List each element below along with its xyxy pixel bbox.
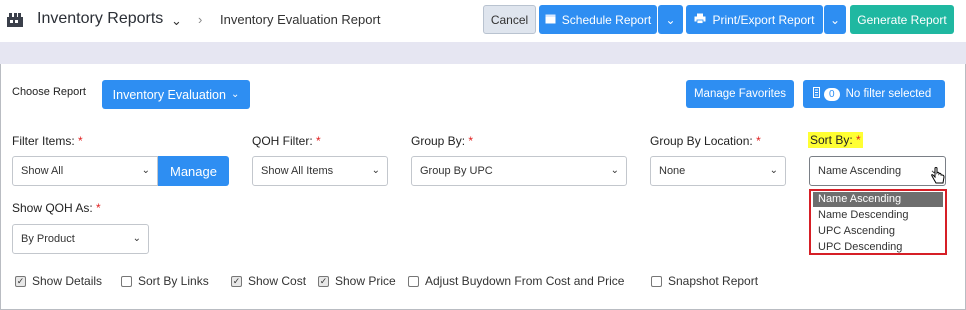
group-by-select[interactable]: Group By UPC ⌄ xyxy=(411,156,627,186)
sort-by-links-checkbox[interactable] xyxy=(121,276,132,287)
show-price-label: Show Price xyxy=(335,274,396,288)
show-details-label: Show Details xyxy=(32,274,103,288)
show-qoh-as-label: Show QOH As: * xyxy=(12,201,101,215)
chevron-down-icon: ⌄ xyxy=(132,233,141,244)
show-price-checkbox[interactable]: ✓ xyxy=(318,276,329,287)
header-band xyxy=(0,42,966,64)
sort-option[interactable]: UPC Ascending xyxy=(813,224,943,239)
print-export-button[interactable]: Print/Export Report xyxy=(686,5,823,34)
sort-by-dropdown: Name Ascending Name Descending UPC Ascen… xyxy=(809,189,947,255)
snapshot-report-checkbox[interactable] xyxy=(651,276,662,287)
print-dropdown-button[interactable]: ⌄ xyxy=(824,5,846,34)
sort-by-links-label: Sort By Links xyxy=(138,274,209,288)
chevron-down-icon: ⌄ xyxy=(829,12,841,27)
manage-button[interactable]: Manage xyxy=(158,156,229,186)
filter-items-value: Show All xyxy=(21,165,64,177)
schedule-report-button[interactable]: Schedule Report xyxy=(539,5,657,34)
filter-items-select[interactable]: Show All ⌄ xyxy=(12,156,158,186)
breadcrumb: Inventory Evaluation Report xyxy=(220,12,381,27)
chevron-down-icon: ⌄ xyxy=(371,165,380,176)
sort-option[interactable]: Name Ascending xyxy=(813,192,943,207)
show-cost-checkbox[interactable]: ✓ xyxy=(231,276,242,287)
cancel-button[interactable]: Cancel xyxy=(483,5,536,34)
report-selected: Inventory Evaluation xyxy=(112,87,226,102)
adjust-buydown-label: Adjust Buydown From Cost and Price xyxy=(425,274,625,288)
group-by-location-value: None xyxy=(659,165,686,177)
show-cost-label: Show Cost xyxy=(248,274,307,288)
show-details-checkbox[interactable]: ✓ xyxy=(15,276,26,287)
chevron-down-icon: ⌄ xyxy=(610,165,619,176)
favorites-label: Manage Favorites xyxy=(693,88,787,100)
sort-option[interactable]: Name Descending xyxy=(813,208,943,223)
show-qoh-as-value: By Product xyxy=(21,233,75,245)
schedule-dropdown-button[interactable]: ⌄ xyxy=(658,5,683,34)
generate-report-button[interactable]: Generate Report xyxy=(850,5,954,34)
chevron-down-icon[interactable]: ⌄ xyxy=(171,13,182,29)
chevron-right-icon: › xyxy=(198,12,203,27)
printer-icon xyxy=(694,13,706,27)
app-title[interactable]: Inventory Reports xyxy=(37,10,163,28)
hand-cursor-icon xyxy=(930,167,946,190)
filter-button[interactable]: 0 No filter selected xyxy=(803,80,945,108)
manage-label: Manage xyxy=(170,163,217,179)
chevron-down-icon: ⌄ xyxy=(230,89,240,100)
cancel-label: Cancel xyxy=(490,12,529,27)
sort-by-label: Sort By: * xyxy=(808,132,863,148)
filter-items-label: Filter Items: * xyxy=(12,134,83,148)
adjust-buydown-checkbox[interactable] xyxy=(408,276,419,287)
chevron-down-icon: ⌄ xyxy=(141,165,150,176)
qoh-filter-select[interactable]: Show All Items ⌄ xyxy=(252,156,388,186)
filter-count-badge: 0 xyxy=(824,87,840,101)
generate-label: Generate Report xyxy=(857,12,947,27)
report-selector-button[interactable]: Inventory Evaluation ⌄ xyxy=(102,80,250,109)
sort-by-value: Name Ascending xyxy=(818,165,902,177)
snapshot-report-label: Snapshot Report xyxy=(668,274,759,288)
group-by-label: Group By: * xyxy=(411,134,474,148)
qoh-filter-value: Show All Items xyxy=(261,165,334,177)
calendar-icon xyxy=(545,13,556,27)
group-by-location-select[interactable]: None ⌄ xyxy=(650,156,786,186)
print-label: Print/Export Report xyxy=(712,12,815,27)
header: Inventory Reports ⌄ › Inventory Evaluati… xyxy=(0,0,966,42)
qoh-filter-label: QOH Filter: * xyxy=(252,134,321,148)
filter-icon xyxy=(813,87,820,101)
filter-label: No filter selected xyxy=(845,88,932,100)
chevron-down-icon: ⌄ xyxy=(769,165,778,176)
chevron-down-icon: ⌄ xyxy=(665,12,676,27)
inventory-icon xyxy=(6,12,24,28)
sort-option[interactable]: UPC Descending xyxy=(813,240,943,255)
choose-report-label: Choose Report xyxy=(12,86,86,98)
sort-by-select[interactable]: Name Ascending ⌄ xyxy=(809,156,946,186)
group-by-location-label: Group By Location: * xyxy=(650,134,761,148)
manage-favorites-button[interactable]: Manage Favorites xyxy=(686,80,794,108)
schedule-label: Schedule Report xyxy=(561,12,652,27)
show-qoh-as-select[interactable]: By Product ⌄ xyxy=(12,224,149,254)
group-by-value: Group By UPC xyxy=(420,165,493,177)
